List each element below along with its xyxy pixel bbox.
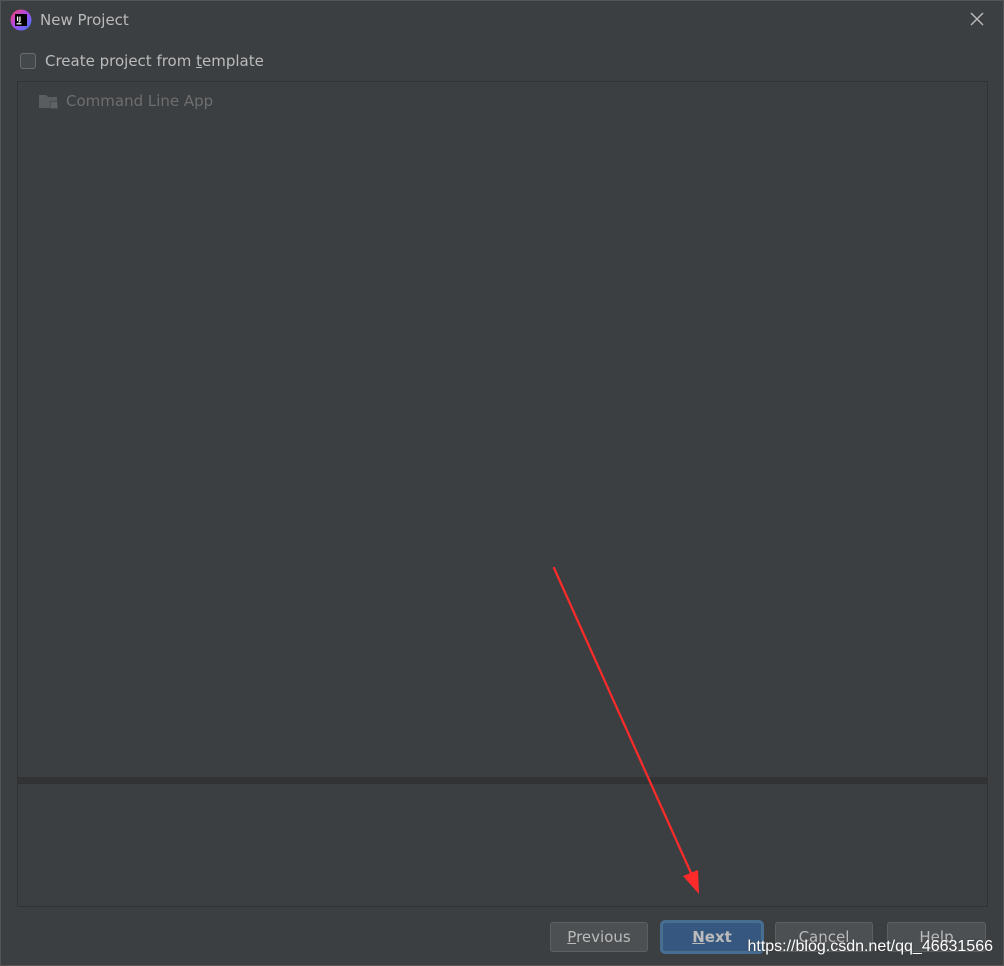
- close-icon[interactable]: [967, 9, 987, 29]
- list-item[interactable]: Command Line App: [38, 91, 213, 111]
- list-item-label: Command Line App: [66, 92, 214, 110]
- template-list[interactable]: Command Line App: [17, 81, 988, 778]
- svg-text:IJ: IJ: [16, 15, 21, 23]
- title-bar[interactable]: IJ New Project: [1, 1, 1003, 39]
- create-from-template-checkbox[interactable]: [20, 53, 36, 69]
- previous-button[interactable]: Previous: [550, 922, 648, 952]
- create-from-template-option[interactable]: Create project from template: [20, 51, 264, 71]
- template-description-panel: [17, 783, 988, 907]
- dialog-title: New Project: [40, 11, 129, 29]
- watermark-text: https://blog.csdn.net/qq_46631566: [747, 938, 993, 955]
- intellij-idea-icon: IJ: [10, 9, 32, 31]
- folder-icon: [39, 95, 58, 109]
- create-from-template-label[interactable]: Create project from template: [45, 52, 264, 70]
- new-project-dialog: IJ New Project Create project from templ…: [0, 0, 1004, 966]
